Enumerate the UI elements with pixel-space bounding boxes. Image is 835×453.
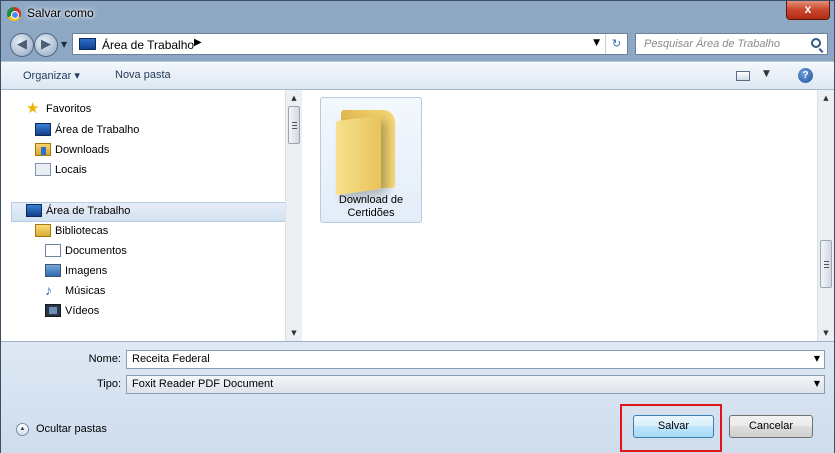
new-folder-button[interactable]: Nova pasta bbox=[115, 69, 171, 81]
chevron-right-icon[interactable]: ▶ bbox=[194, 37, 202, 48]
refresh-icon[interactable]: ↻ bbox=[605, 34, 627, 54]
hide-folders-label: Ocultar pastas bbox=[36, 423, 107, 435]
folder-item[interactable]: Download de Certidões bbox=[320, 97, 422, 223]
cancel-button[interactable]: Cancelar bbox=[729, 415, 813, 438]
scroll-down-icon[interactable]: ▼ bbox=[818, 325, 834, 341]
help-icon[interactable]: ? bbox=[798, 68, 813, 83]
file-list-scrollbar[interactable]: ▲ ▼ bbox=[817, 90, 834, 341]
file-type-select[interactable]: Foxit Reader PDF Document ▼ bbox=[126, 375, 825, 394]
forward-button[interactable]: ▶ bbox=[34, 33, 58, 57]
sidebar-item-label: Imagens bbox=[65, 265, 108, 277]
view-options-icon[interactable] bbox=[736, 71, 750, 81]
window-title: Salvar como bbox=[27, 6, 94, 20]
chrome-icon bbox=[7, 7, 21, 21]
file-name-label: Nome: bbox=[88, 353, 121, 365]
sidebar-item-label: Bibliotecas bbox=[55, 225, 109, 237]
sidebar-item-label: Músicas bbox=[65, 285, 106, 297]
address-crumb[interactable]: Área de Trabalho bbox=[102, 38, 194, 52]
save-form: Nome: Receita Federal ▼ Tipo: Foxit Read… bbox=[1, 341, 834, 453]
search-placeholder: Pesquisar Área de Trabalho bbox=[644, 38, 781, 50]
scroll-up-icon[interactable]: ▲ bbox=[818, 90, 834, 106]
scroll-up-icon[interactable]: ▲ bbox=[286, 90, 302, 106]
file-type-value: Foxit Reader PDF Document bbox=[132, 378, 274, 390]
search-icon[interactable] bbox=[811, 38, 821, 48]
sidebar-item-label: Documentos bbox=[65, 245, 127, 257]
command-toolbar: Organizar ▾ Nova pasta ▼ ? bbox=[1, 61, 834, 90]
chevron-up-icon: ▲ bbox=[16, 423, 29, 436]
back-button[interactable]: ◀ bbox=[10, 33, 34, 57]
scrollbar-thumb[interactable] bbox=[288, 106, 300, 144]
search-input[interactable]: Pesquisar Área de Trabalho bbox=[635, 33, 828, 55]
chevron-down-icon[interactable]: ▼ bbox=[814, 354, 820, 363]
sidebar-item-label: Área de Trabalho bbox=[46, 205, 131, 217]
organize-menu-button[interactable]: Organizar ▾ bbox=[23, 69, 80, 82]
address-history-dropdown[interactable]: ▼ bbox=[593, 38, 600, 48]
view-options-dropdown[interactable]: ▼ bbox=[763, 69, 770, 79]
sidebar-item-label: Área de Trabalho bbox=[55, 124, 140, 136]
close-button[interactable]: x bbox=[786, 1, 830, 20]
file-type-label: Tipo: bbox=[96, 378, 121, 390]
pictures-icon bbox=[45, 264, 61, 277]
title-bar: Salvar como x bbox=[1, 1, 834, 29]
libraries-icon bbox=[35, 224, 51, 237]
address-bar[interactable]: Área de Trabalho ▶ ▼ ↻ bbox=[72, 33, 628, 55]
save-button-highlight-box bbox=[620, 404, 722, 452]
music-icon: ♪ bbox=[45, 282, 52, 298]
recent-locations-dropdown[interactable]: ▼ bbox=[61, 40, 67, 49]
sidebar-item-label: Downloads bbox=[55, 144, 110, 156]
browser-area: ★ Favoritos Área de Trabalho Downloads L… bbox=[1, 90, 834, 341]
file-list: Download de Certidões bbox=[302, 90, 817, 341]
chevron-down-icon[interactable]: ▼ bbox=[814, 379, 820, 388]
sidebar-item-label: Vídeos bbox=[65, 305, 100, 317]
recent-places-icon bbox=[35, 163, 51, 176]
navigation-pane: ★ Favoritos Área de Trabalho Downloads L… bbox=[1, 90, 302, 341]
scroll-down-icon[interactable]: ▼ bbox=[286, 325, 302, 341]
navigation-pane-scrollbar[interactable]: ▲ ▼ bbox=[285, 90, 302, 341]
folder-icon bbox=[333, 104, 395, 196]
file-name-field[interactable]: Receita Federal ▼ bbox=[126, 350, 825, 369]
documents-icon bbox=[45, 244, 61, 257]
folder-label: Download de Certidões bbox=[338, 194, 404, 219]
navigation-bar: ◀ ▶ ▼ Área de Trabalho ▶ ▼ ↻ Pesquisar Á… bbox=[1, 29, 834, 61]
sidebar-item-label: Locais bbox=[55, 164, 87, 176]
downloads-icon bbox=[35, 143, 51, 156]
sidebar-item-label: Favoritos bbox=[46, 103, 92, 115]
file-name-value[interactable]: Receita Federal bbox=[132, 353, 210, 365]
desktop-icon bbox=[35, 123, 51, 136]
desktop-icon bbox=[26, 204, 42, 217]
scrollbar-thumb[interactable] bbox=[820, 240, 832, 288]
desktop-icon bbox=[79, 38, 96, 50]
save-as-dialog: Salvar como x ◀ ▶ ▼ Área de Trabalho ▶ ▼… bbox=[0, 0, 835, 453]
star-icon: ★ bbox=[26, 100, 40, 117]
videos-icon bbox=[45, 304, 61, 317]
